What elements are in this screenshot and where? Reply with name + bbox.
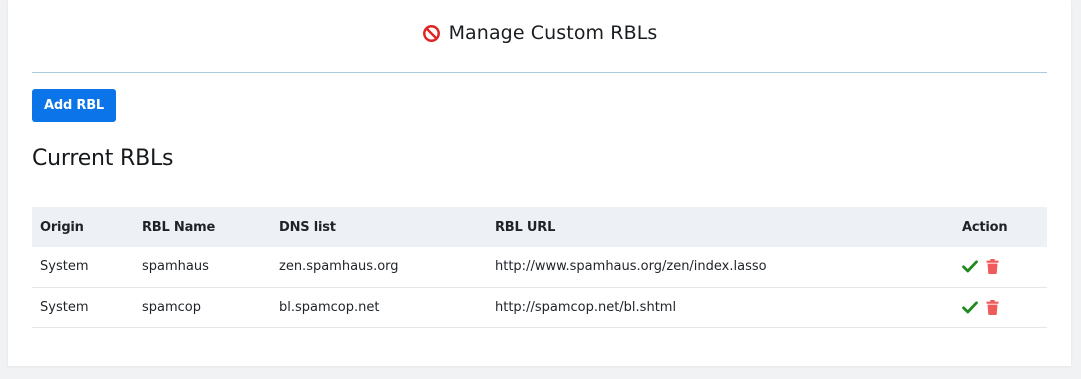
section-title: Current RBLs bbox=[32, 146, 174, 171]
table-header: Origin RBL Name DNS list RBL URL Action bbox=[32, 207, 1047, 247]
cell-origin: System bbox=[40, 259, 89, 275]
table-header-row: Origin RBL Name DNS list RBL URL Action bbox=[32, 207, 1047, 247]
table-row: System spamcop bl.spamcop.net http://spa… bbox=[32, 287, 1047, 327]
trash-icon[interactable] bbox=[986, 299, 999, 315]
cell-dns-list: bl.spamcop.net bbox=[279, 299, 380, 315]
column-header-action: Action bbox=[962, 219, 1008, 235]
cell-action bbox=[954, 247, 1047, 287]
ban-icon bbox=[422, 24, 441, 43]
cell-dns-list: zen.spamhaus.org bbox=[279, 259, 399, 275]
column-header-rbl-url: RBL URL bbox=[495, 219, 556, 235]
table-row: System spamhaus zen.spamhaus.org http://… bbox=[32, 247, 1047, 287]
rbl-panel: Manage Custom RBLs Add RBL Current RBLs … bbox=[8, 0, 1071, 366]
header-title-group: Manage Custom RBLs bbox=[422, 22, 658, 44]
cell-rbl-url: http://www.spamhaus.org/zen/index.lasso bbox=[495, 259, 767, 275]
cell-action bbox=[954, 287, 1047, 327]
page-title: Manage Custom RBLs bbox=[448, 22, 658, 44]
trash-icon[interactable] bbox=[986, 259, 999, 275]
panel-header: Manage Custom RBLs bbox=[32, 0, 1047, 73]
cell-rbl-url: http://spamcop.net/bl.shtml bbox=[495, 299, 677, 315]
check-icon[interactable] bbox=[962, 300, 978, 314]
cell-rbl-name: spamcop bbox=[142, 299, 202, 315]
add-rbl-button[interactable]: Add RBL bbox=[32, 89, 117, 122]
column-header-rbl-name: RBL Name bbox=[142, 219, 216, 235]
column-header-origin: Origin bbox=[40, 219, 84, 235]
table-body: System spamhaus zen.spamhaus.org http://… bbox=[32, 247, 1047, 327]
check-icon[interactable] bbox=[962, 260, 978, 273]
row-actions bbox=[962, 299, 1039, 315]
column-header-dns-list: DNS list bbox=[279, 219, 336, 235]
rbl-table: Origin RBL Name DNS list RBL URL Action … bbox=[32, 207, 1047, 328]
cell-rbl-name: spamhaus bbox=[142, 259, 209, 275]
cell-origin: System bbox=[40, 299, 89, 315]
row-actions bbox=[962, 259, 1039, 275]
